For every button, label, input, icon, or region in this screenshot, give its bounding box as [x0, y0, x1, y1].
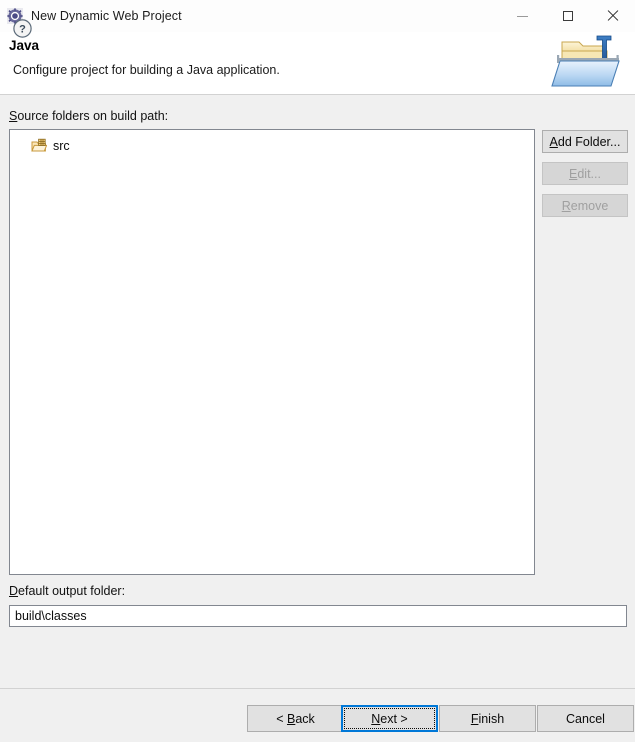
- add-folder-label: dd Folder...: [557, 134, 621, 149]
- page-title: Java: [9, 38, 40, 53]
- svg-text:?: ?: [19, 24, 26, 36]
- finish-label: inish: [478, 711, 505, 726]
- back-label-pre: <: [276, 711, 287, 726]
- default-output-folder-input[interactable]: build\classes: [9, 605, 627, 627]
- source-folder-icon: [31, 138, 48, 154]
- next-button[interactable]: Next >: [341, 705, 438, 732]
- next-label: ext >: [380, 711, 408, 726]
- default-output-folder-value: build\classes: [15, 609, 87, 623]
- title-bar: New Dynamic Web Project: [0, 0, 635, 32]
- default-output-folder-label-text: efault output folder:: [18, 584, 126, 598]
- window-title: New Dynamic Web Project: [31, 9, 182, 23]
- cancel-button[interactable]: Cancel: [537, 705, 634, 732]
- edit-button: Edit...: [542, 162, 628, 185]
- new-dynamic-web-project-dialog: New Dynamic Web Project Java Configure p…: [0, 0, 635, 742]
- java-folder-icon: [549, 28, 627, 94]
- source-folders-label: Source folders on build path:: [9, 109, 168, 123]
- remove-accel: R: [561, 198, 571, 213]
- minimize-icon: [517, 15, 528, 17]
- maximize-icon: [562, 11, 573, 21]
- source-folders-label-text: ource folders on build path:: [17, 109, 169, 123]
- source-folders-list[interactable]: src: [9, 129, 535, 575]
- page-description: Configure project for building a Java ap…: [13, 63, 280, 77]
- add-folder-button[interactable]: Add Folder...: [542, 130, 628, 153]
- edit-label: dit...: [577, 166, 601, 181]
- cancel-label: Cancel: [566, 711, 605, 726]
- back-button[interactable]: < Back: [247, 705, 344, 732]
- next-accel: N: [371, 711, 381, 726]
- help-icon: ?: [13, 19, 32, 38]
- wizard-header: Java Configure project for building a Ja…: [0, 32, 635, 95]
- close-icon: [607, 10, 619, 22]
- default-output-folder-label-accel: D: [9, 584, 19, 598]
- remove-label: emove: [570, 198, 609, 213]
- list-item[interactable]: src: [31, 137, 70, 155]
- help-button[interactable]: ?: [12, 18, 33, 39]
- add-folder-accel: A: [549, 134, 558, 149]
- default-output-folder-label: Default output folder:: [9, 584, 125, 598]
- list-item-label: src: [53, 139, 70, 153]
- wizard-content: Source folders on build path: src Add Fo…: [0, 96, 635, 688]
- remove-button: Remove: [542, 194, 628, 217]
- finish-button[interactable]: Finish: [439, 705, 536, 732]
- minimize-button[interactable]: [500, 0, 545, 32]
- back-label: ack: [295, 711, 315, 726]
